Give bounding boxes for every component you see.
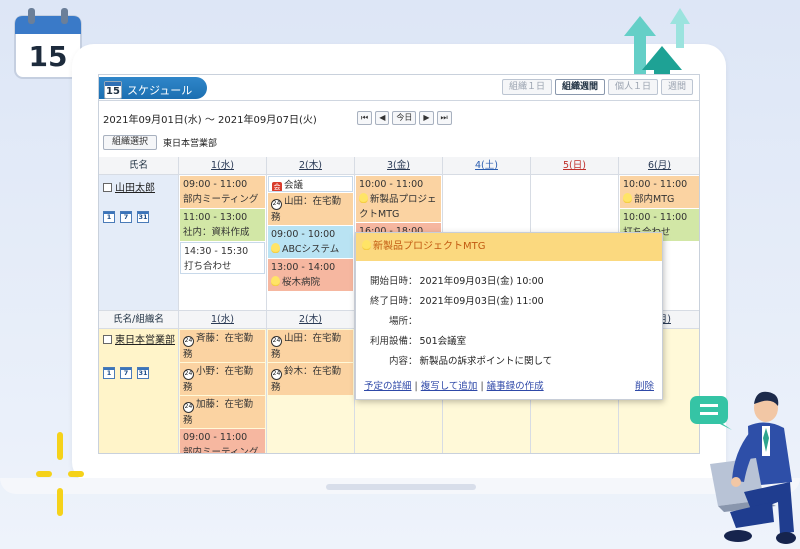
week-view-icon[interactable]: 7 xyxy=(120,367,132,379)
row-person-cell: 山田太郎 1 7 31 xyxy=(99,175,179,311)
date-range: 2021年09月01日(水) ～ 2021年09月07日(火) xyxy=(103,115,317,126)
month-view-icon[interactable]: 31 xyxy=(137,367,149,379)
person-checkbox[interactable] xyxy=(103,183,112,192)
event-item[interactable]: 11:00 - 13:00 社内：資料作成 xyxy=(180,209,265,241)
view-org-day-button[interactable]: 組織１日 xyxy=(501,79,552,95)
calendar-icon-number: 15 xyxy=(29,40,68,73)
popup-row-start: 開始日時： 2021年09月03日(金) 10:00 xyxy=(369,276,544,287)
minutes-link[interactable]: 議事録の作成 xyxy=(487,381,544,392)
org-row-name[interactable]: 東日本営業部 xyxy=(103,333,177,349)
view-personal-day-button[interactable]: 個人１日 xyxy=(607,79,658,95)
popup-header: 新製品プロジェクトMTG xyxy=(356,233,662,261)
col-head-day3[interactable]: 3(金) xyxy=(355,157,443,175)
col-head-day2[interactable]: 2(木) xyxy=(267,311,355,329)
popup-title: 新製品プロジェクトMTG xyxy=(373,241,486,252)
crown-icon xyxy=(623,193,632,203)
org-checkbox[interactable] xyxy=(103,335,112,344)
handshake-icon xyxy=(271,276,280,286)
date-navigation: ⏮ ◀ 今日 ▶ ⏭ xyxy=(357,111,452,125)
bulb-icon xyxy=(362,240,371,250)
event-item[interactable]: 24 加藤：在宅勤務 xyxy=(180,396,265,428)
org-name: 東日本営業部 xyxy=(163,139,218,149)
person-illustration xyxy=(690,391,796,544)
event-popup: 新製品プロジェクトMTG 開始日時： 2021年09月03日(金) 10:00 終… xyxy=(355,232,663,400)
event-item[interactable]: 09:00 - 11:00 部内ミーティング xyxy=(180,429,265,453)
24h-icon: 24 xyxy=(183,369,194,380)
event-item[interactable]: 24 小野：在宅勤務 xyxy=(180,363,265,395)
event-item[interactable]: 13:00 - 14:00 桜木病院 xyxy=(268,259,353,291)
event-item[interactable]: 24 山田：在宅勤務 xyxy=(268,330,353,362)
bulb-icon xyxy=(359,193,368,203)
next-week-button[interactable]: ▶ xyxy=(419,111,434,125)
event-item[interactable]: 14:30 - 15:30 打ち合わせ xyxy=(180,242,265,274)
month-view-icon[interactable]: 31 xyxy=(137,211,149,223)
meeting-icon: 会 xyxy=(272,182,282,191)
24h-icon: 24 xyxy=(271,369,282,380)
view-org-week-button[interactable]: 組織週間 xyxy=(554,79,605,95)
24h-icon: 24 xyxy=(271,199,282,210)
bulb-icon xyxy=(271,243,280,253)
event-item[interactable]: 10:00 - 11:00 新製品プロジェクトMTG xyxy=(356,176,441,222)
view-icons: 1 7 31 xyxy=(103,367,149,379)
view-icons: 1 7 31 xyxy=(103,211,149,223)
detail-link[interactable]: 予定の詳細 xyxy=(364,381,412,392)
laptop-notch xyxy=(326,484,476,490)
day1-org-cell: 24 斉藤：在宅勤務 24 小野：在宅勤務 24 加藤：在宅勤務 09:00 - 11… xyxy=(179,329,267,453)
popup-links: 予定の詳細 | 複写して追加 | 議事録の作成 xyxy=(364,381,544,392)
org-row: 組織選択 東日本営業部 xyxy=(103,135,217,150)
popup-row-place: 場所： xyxy=(388,316,418,327)
col-head-day6[interactable]: 6(月) xyxy=(619,157,699,175)
day2-cell: 会会議 24 山田：在宅勤務 09:00 - 10:00 ABCシステム 13:00… xyxy=(267,175,355,311)
day-view-icon[interactable]: 1 xyxy=(103,211,115,223)
col-head-name-org: 氏名/組織名 xyxy=(99,311,179,329)
view-week-button[interactable]: 週間 xyxy=(660,79,693,95)
col-head-day5[interactable]: 5(日) xyxy=(531,157,619,175)
col-head-name: 氏名 xyxy=(99,157,179,175)
day1-cell: 09:00 - 11:00 部内ミーティング 11:00 - 13:00 社内：資料… xyxy=(179,175,267,311)
day-view-icon[interactable]: 1 xyxy=(103,367,115,379)
view-switcher: 組織１日 組織週間 個人１日 週間 xyxy=(501,79,693,95)
title-bar: 15 スケジュール xyxy=(99,77,207,99)
row-org-cell: 東日本営業部 1 7 31 xyxy=(99,329,179,453)
org-select-button[interactable]: 組織選択 xyxy=(103,135,158,150)
event-item[interactable]: 24 山田：在宅勤務 xyxy=(268,193,353,225)
event-item[interactable]: 10:00 - 11:00 部内MTG xyxy=(620,176,699,208)
event-item[interactable]: 09:00 - 10:00 ABCシステム xyxy=(268,226,353,258)
first-week-button[interactable]: ⏮ xyxy=(357,111,373,125)
person-name[interactable]: 山田太郎 xyxy=(103,179,155,194)
col-head-day4[interactable]: 4(土) xyxy=(443,157,531,175)
app-header: 15 スケジュール 組織１日 組織週間 個人１日 週間 xyxy=(99,75,699,101)
copy-add-link[interactable]: 複写して追加 xyxy=(421,381,478,392)
col-head-day1[interactable]: 1(水) xyxy=(179,311,267,329)
day2-org-cell: 24 山田：在宅勤務 24 鈴木：在宅勤務 xyxy=(267,329,355,453)
today-button[interactable]: 今日 xyxy=(392,111,417,125)
24h-icon: 24 xyxy=(271,336,282,347)
schedule-icon: 15 xyxy=(104,81,122,99)
week-view-icon[interactable]: 7 xyxy=(120,211,132,223)
event-item[interactable]: 24 鈴木：在宅勤務 xyxy=(268,363,353,395)
sparkle-icon xyxy=(36,432,84,516)
event-item[interactable]: 09:00 - 11:00 部内ミーティング xyxy=(180,176,265,208)
event-item[interactable]: 24 斉藤：在宅勤務 xyxy=(180,330,265,362)
app-title: スケジュール xyxy=(127,84,193,97)
col-head-day2[interactable]: 2(木) xyxy=(267,157,355,175)
popup-row-equipment: 利用設備： 501会議室 xyxy=(369,336,467,347)
24h-icon: 24 xyxy=(183,336,194,347)
popup-row-content: 内容： 新製品の訴求ポイントに関して xyxy=(388,356,553,367)
delete-link[interactable]: 削除 xyxy=(635,378,654,392)
popup-row-end: 終了日時： 2021年09月03日(金) 11:00 xyxy=(369,296,544,307)
prev-week-button[interactable]: ◀ xyxy=(375,111,390,125)
col-head-day1[interactable]: 1(水) xyxy=(179,157,267,175)
event-item[interactable]: 会会議 xyxy=(268,176,353,192)
24h-icon: 24 xyxy=(183,402,194,413)
last-week-button[interactable]: ⏭ xyxy=(436,111,452,125)
